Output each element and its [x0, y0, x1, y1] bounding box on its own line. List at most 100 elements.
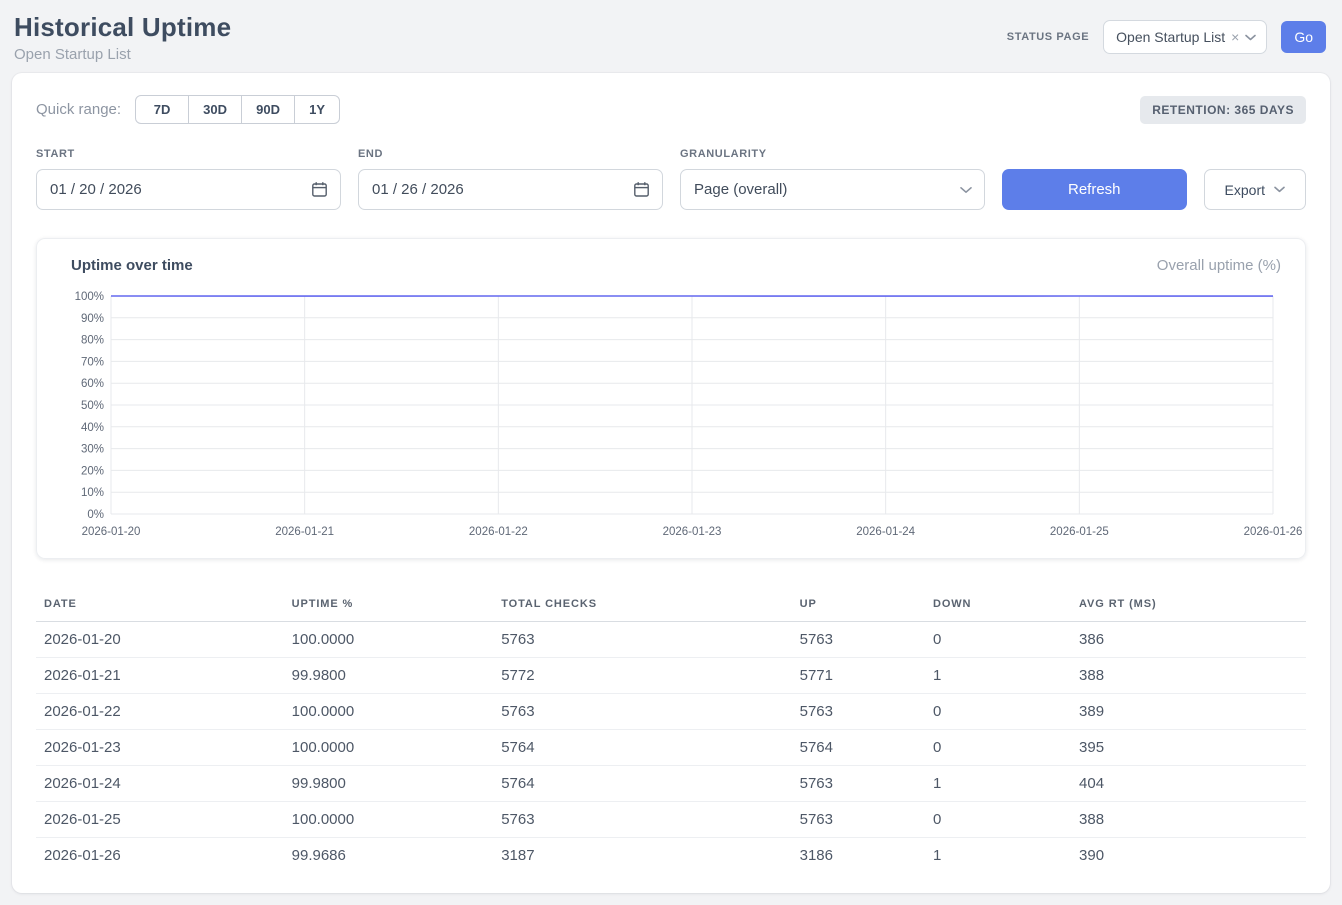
svg-text:2026-01-20: 2026-01-20	[82, 526, 141, 538]
table-cell: 2026-01-21	[36, 658, 284, 694]
table-cell: 2026-01-25	[36, 802, 284, 838]
status-page-label: STATUS PAGE	[1007, 31, 1089, 43]
svg-text:2026-01-21: 2026-01-21	[275, 526, 334, 538]
table-cell: 1	[925, 838, 1071, 874]
page-header: Historical Uptime Open Startup List STAT…	[0, 0, 1342, 73]
table-row: 2026-01-2699.9686318731861390	[36, 838, 1306, 874]
status-page-selected-value: Open Startup List	[1116, 29, 1225, 45]
table-cell: 0	[925, 802, 1071, 838]
table-cell: 2026-01-26	[36, 838, 284, 874]
table-cell: 5763	[493, 694, 791, 730]
granularity-label: GRANULARITY	[680, 148, 985, 160]
export-button[interactable]: Export	[1204, 169, 1306, 210]
end-date-label: END	[358, 148, 663, 160]
svg-text:30%: 30%	[81, 444, 104, 456]
table-cell: 5763	[792, 802, 925, 838]
svg-text:40%: 40%	[81, 422, 104, 434]
svg-text:0%: 0%	[87, 509, 104, 521]
svg-text:60%: 60%	[81, 378, 104, 390]
svg-text:70%: 70%	[81, 356, 104, 368]
filter-form-row: START 01 / 20 / 2026 END 01 / 26 / 2026	[36, 148, 1306, 210]
table-cell: 100.0000	[284, 622, 494, 658]
table-cell: 5763	[792, 766, 925, 802]
status-page-select[interactable]: Open Startup List ×	[1103, 20, 1267, 54]
svg-text:10%: 10%	[81, 487, 104, 499]
uptime-chart-svg: 0% 10% 20% 30% 40% 50% 60% 70% 80% 90% 100% 2026-01…	[59, 288, 1283, 544]
uptime-table-body: 2026-01-20100.00005763576303862026-01-21…	[36, 622, 1306, 874]
column-header-up: UP	[792, 589, 925, 622]
table-cell: 389	[1071, 694, 1306, 730]
calendar-icon[interactable]	[633, 181, 650, 198]
start-date-input[interactable]: 01 / 20 / 2026	[36, 169, 341, 210]
go-button[interactable]: Go	[1281, 21, 1326, 53]
granularity-selected-value: Page (overall)	[694, 181, 787, 198]
table-cell: 3187	[493, 838, 791, 874]
table-cell: 100.0000	[284, 802, 494, 838]
clear-icon[interactable]: ×	[1231, 30, 1239, 44]
uptime-table: DATE UPTIME % TOTAL CHECKS UP DOWN AVG R…	[36, 589, 1306, 873]
table-cell: 0	[925, 730, 1071, 766]
table-cell: 1	[925, 658, 1071, 694]
start-date-label: START	[36, 148, 341, 160]
table-row: 2026-01-2199.9800577257711388	[36, 658, 1306, 694]
chevron-down-icon	[960, 186, 972, 194]
quick-range-7d[interactable]: 7D	[135, 95, 189, 124]
refresh-button[interactable]: Refresh	[1002, 169, 1187, 210]
end-date-field-group: END 01 / 26 / 2026	[358, 148, 663, 210]
table-cell: 5764	[493, 730, 791, 766]
table-row: 2026-01-20100.0000576357630386	[36, 622, 1306, 658]
quick-range-30d[interactable]: 30D	[188, 95, 242, 124]
table-cell: 386	[1071, 622, 1306, 658]
table-cell: 1	[925, 766, 1071, 802]
svg-text:2026-01-24: 2026-01-24	[856, 526, 915, 538]
svg-text:50%: 50%	[81, 400, 104, 412]
quick-range-90d[interactable]: 90D	[241, 95, 295, 124]
svg-text:2026-01-22: 2026-01-22	[469, 526, 528, 538]
calendar-icon[interactable]	[311, 181, 328, 198]
svg-text:100%: 100%	[75, 291, 104, 303]
table-cell: 0	[925, 694, 1071, 730]
quick-range-group: 7D 30D 90D 1Y	[135, 95, 340, 124]
table-row: 2026-01-25100.0000576357630388	[36, 802, 1306, 838]
table-row: 2026-01-2499.9800576457631404	[36, 766, 1306, 802]
table-cell: 2026-01-23	[36, 730, 284, 766]
table-cell: 3186	[792, 838, 925, 874]
chevron-down-icon	[1274, 186, 1285, 193]
svg-text:80%: 80%	[81, 335, 104, 347]
table-cell: 2026-01-24	[36, 766, 284, 802]
table-cell: 5763	[792, 694, 925, 730]
table-cell: 404	[1071, 766, 1306, 802]
quick-range-label: Quick range:	[36, 101, 121, 118]
table-cell: 388	[1071, 658, 1306, 694]
uptime-table-header: DATE UPTIME % TOTAL CHECKS UP DOWN AVG R…	[36, 589, 1306, 622]
start-date-field-group: START 01 / 20 / 2026	[36, 148, 341, 210]
table-cell: 5764	[493, 766, 791, 802]
end-date-value: 01 / 26 / 2026	[372, 181, 464, 198]
quick-range-1y[interactable]: 1Y	[294, 95, 340, 124]
table-cell: 5772	[493, 658, 791, 694]
table-cell: 395	[1071, 730, 1306, 766]
table-cell: 5771	[792, 658, 925, 694]
title-block: Historical Uptime Open Startup List	[14, 12, 231, 63]
retention-badge: RETENTION: 365 DAYS	[1140, 96, 1306, 124]
granularity-select[interactable]: Page (overall)	[680, 169, 985, 210]
column-header-total-checks: TOTAL CHECKS	[493, 589, 791, 622]
start-date-value: 01 / 20 / 2026	[50, 181, 142, 198]
svg-text:20%: 20%	[81, 465, 104, 477]
table-cell: 390	[1071, 838, 1306, 874]
svg-text:90%: 90%	[81, 313, 104, 325]
table-row: 2026-01-22100.0000576357630389	[36, 694, 1306, 730]
uptime-chart-card: Uptime over time Overall uptime (%) 0%10…	[36, 238, 1306, 559]
chevron-down-icon	[1245, 34, 1256, 41]
page-subtitle: Open Startup List	[14, 46, 231, 63]
quick-range-row: Quick range: 7D 30D 90D 1Y RETENTION: 36…	[36, 95, 1306, 124]
page-title: Historical Uptime	[14, 12, 231, 43]
svg-text:2026-01-25: 2026-01-25	[1050, 526, 1109, 538]
chart-title: Uptime over time	[71, 257, 193, 274]
table-cell: 5764	[792, 730, 925, 766]
table-cell: 5763	[792, 622, 925, 658]
end-date-input[interactable]: 01 / 26 / 2026	[358, 169, 663, 210]
table-cell: 100.0000	[284, 694, 494, 730]
table-cell: 100.0000	[284, 730, 494, 766]
table-cell: 99.9800	[284, 766, 494, 802]
